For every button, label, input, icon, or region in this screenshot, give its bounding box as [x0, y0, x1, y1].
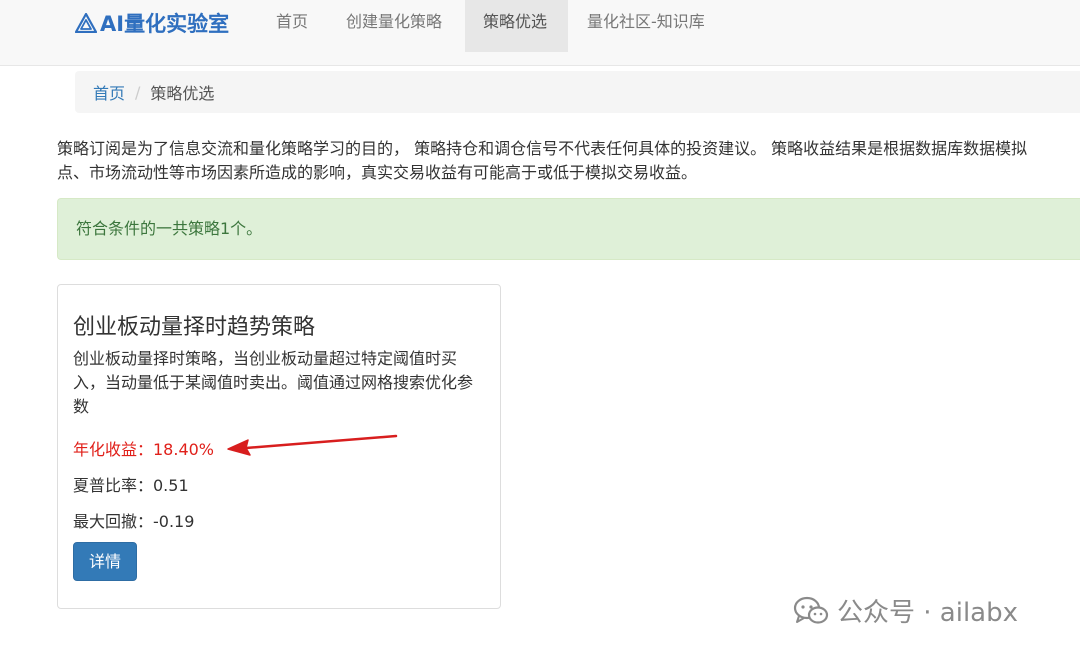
wechat-icon [793, 596, 829, 624]
detail-button[interactable]: 详情 [73, 542, 137, 581]
strategy-description: 创业板动量择时策略，当创业板动量超过特定阈值时买入，当动量低于某阈值时卖出。阈值… [73, 349, 474, 416]
strategy-card: 创业板动量择时趋势策略 创业板动量择时策略，当创业板动量超过特定阈值时买入，当动… [57, 284, 501, 609]
brand-triangle-icon [75, 13, 97, 33]
breadcrumb-separator: / [135, 82, 141, 102]
nav-item-strategy-selection[interactable]: 策略优选 [465, 0, 568, 52]
breadcrumb-current: 策略优选 [150, 84, 215, 103]
annual-return: 年化收益：18.40% [73, 440, 215, 459]
disclaimer-line-1: 策略订阅是为了信息交流和量化策略学习的目的， 策略持仓和调仓信号不代表任何具体的… [57, 139, 1028, 158]
breadcrumb-home-link[interactable]: 首页 [93, 80, 125, 104]
watermark: 公众号 · ailabx [793, 592, 1018, 629]
breadcrumb: 首页 / 策略优选 [75, 71, 1080, 113]
strategy-title: 创业板动量择时趋势策略 [73, 315, 316, 340]
brand-name: AI量化实验室 [100, 12, 230, 36]
watermark-text: 公众号 · ailabx [837, 598, 1018, 628]
top-navbar: AI量化实验室 首页 创建量化策略 策略优选 量化社区-知识库 [0, 0, 1080, 66]
nav-item-create-strategy[interactable]: 创建量化策略 [328, 0, 460, 52]
nav-item-home[interactable]: 首页 [258, 0, 326, 52]
brand-logo[interactable]: AI量化实验室 [75, 10, 229, 36]
disclaimer-text: 策略订阅是为了信息交流和量化策略学习的目的， 策略持仓和调仓信号不代表任何具体的… [57, 137, 1080, 185]
disclaimer-line-2: 点、市场流动性等市场因素所造成的影响，真实交易收益有可能高于或低于模拟交易收益。 [57, 163, 698, 182]
result-count-alert: 符合条件的一共策略1个。 [57, 198, 1080, 260]
result-count-text: 符合条件的一共策略1个。 [76, 219, 263, 238]
max-drawdown: 最大回撤：-0.19 [73, 512, 195, 531]
sharpe-ratio: 夏普比率：0.51 [73, 476, 189, 495]
nav-item-community[interactable]: 量化社区-知识库 [569, 0, 723, 52]
